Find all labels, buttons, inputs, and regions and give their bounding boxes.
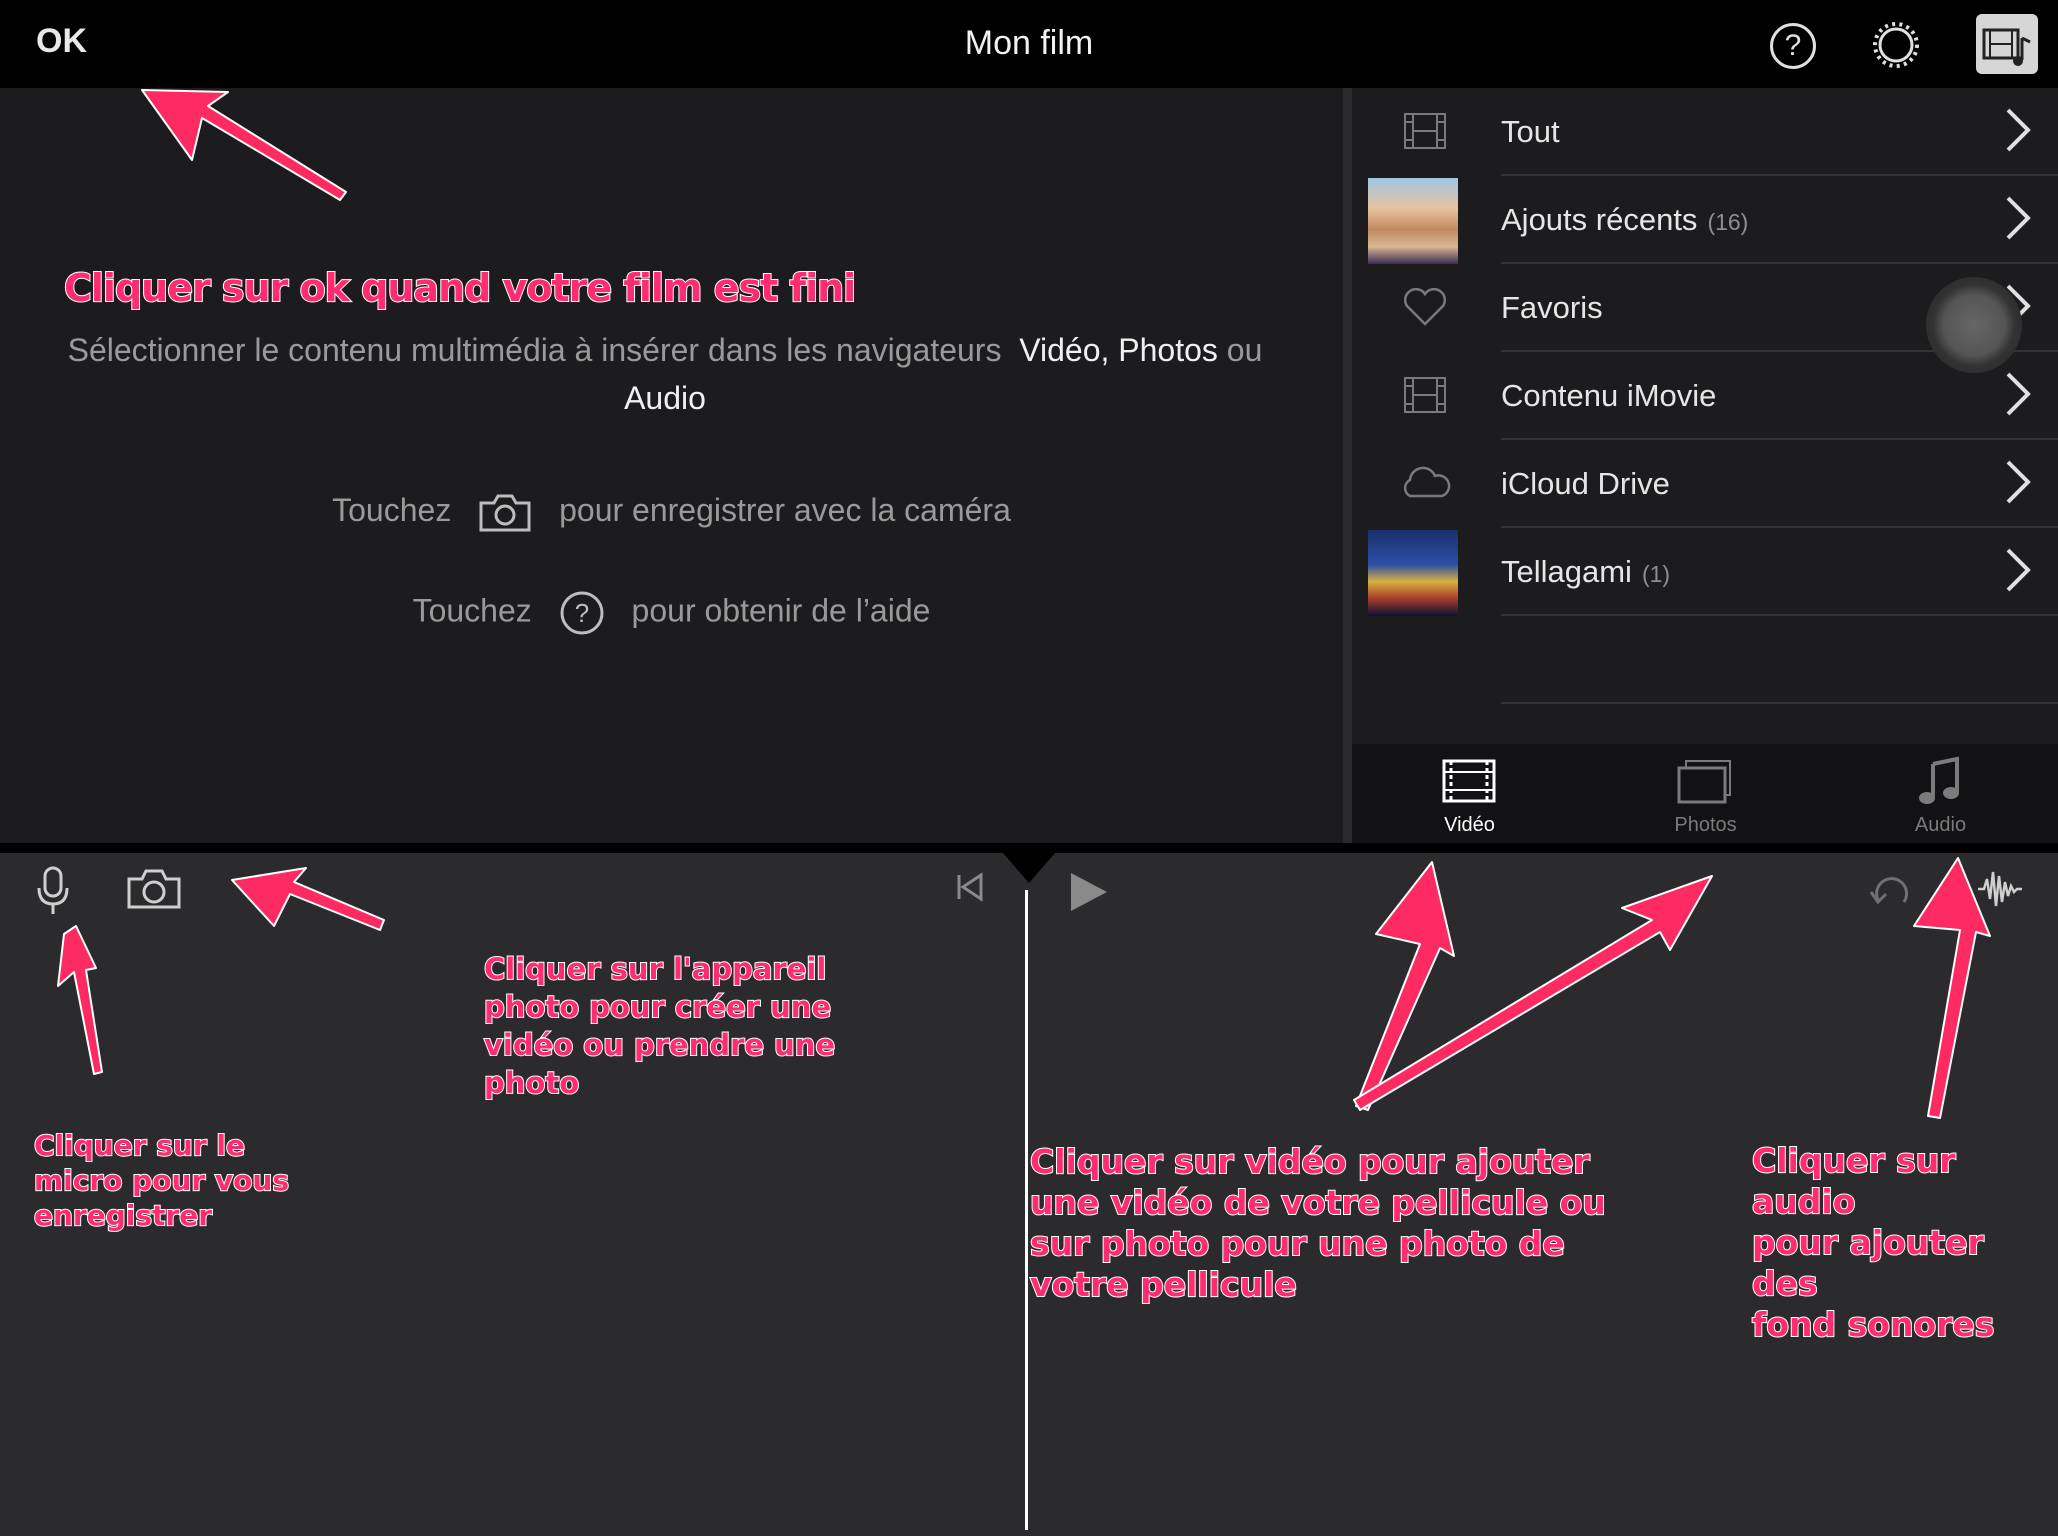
arrow-to-camera xyxy=(231,867,385,931)
arrow-to-ok xyxy=(141,89,347,201)
annotation-arrows xyxy=(57,89,1991,1119)
arrow-to-mic xyxy=(57,925,103,1075)
arrow-to-audio-tab xyxy=(1913,857,1991,1119)
